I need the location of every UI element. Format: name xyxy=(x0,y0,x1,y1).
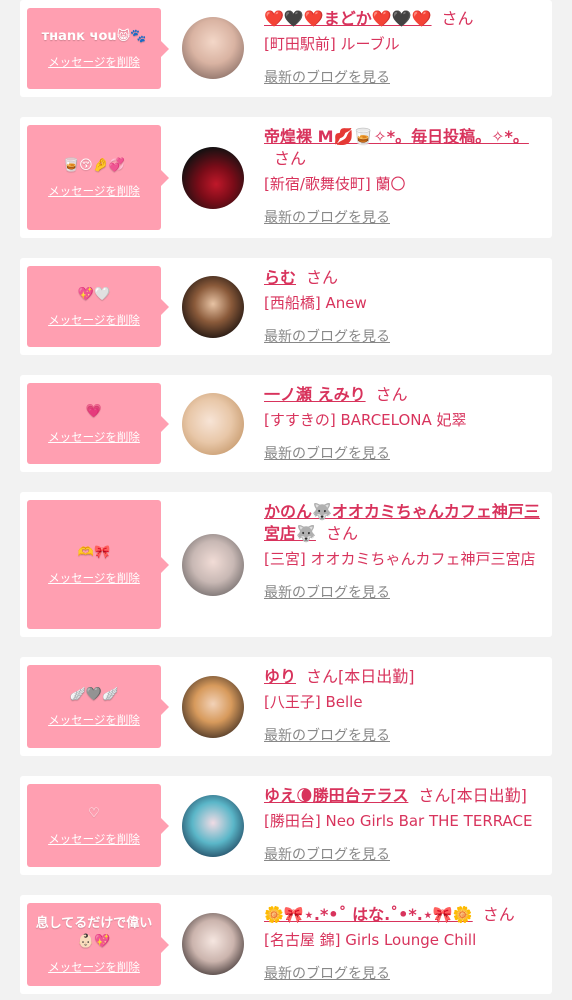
honorific: さん xyxy=(418,786,451,805)
latest-blog-link[interactable]: 最新のブログを見る xyxy=(264,207,548,227)
shop-name: [勝田台] Neo Girls Bar THE TERRACE xyxy=(264,812,533,830)
shop-name: [すすきの] BARCELONA 妃翠 xyxy=(264,411,467,429)
honorific: さん xyxy=(325,524,358,543)
avatar[interactable] xyxy=(182,676,244,738)
message-text: тнаnк чоu😸🐾 xyxy=(41,28,147,44)
latest-blog-link[interactable]: 最新のブログを見る xyxy=(264,582,548,602)
delete-message-link[interactable]: メッセージを削除 xyxy=(48,183,140,199)
delete-message-link[interactable]: メッセージを削除 xyxy=(48,570,140,586)
message-bubble: 💗 メッセージを削除 xyxy=(27,383,169,464)
avatar[interactable] xyxy=(182,534,244,596)
message-bubble: 🫶🎀 メッセージを削除 xyxy=(27,500,169,629)
avatar[interactable] xyxy=(182,795,244,857)
message-bubble: 💖🤍 メッセージを削除 xyxy=(27,266,169,347)
message-card: 息してるだけで偉い👶🏻💖 メッセージを削除 🌼🎀⋆.*•˚ はな.˚•*.⋆🎀🌼… xyxy=(20,895,552,994)
message-card: ♡ メッセージを削除 ゆえ🌘勝田台テラス さん[本日出勤] [勝田台] Neo G… xyxy=(20,776,552,875)
message-text: ♡ xyxy=(88,805,100,821)
cast-name-link[interactable]: かのん🐺オオカミちゃんカフェ神戸三宮店🐺 xyxy=(264,502,540,543)
delete-message-link[interactable]: メッセージを削除 xyxy=(48,429,140,445)
shop-name: [八王子] Belle xyxy=(264,693,363,711)
avatar[interactable] xyxy=(182,147,244,209)
honorific: さん xyxy=(306,667,339,686)
message-bubble: 🥃😚🤌💞 メッセージを削除 xyxy=(27,125,169,230)
shop-name: [町田駅前] ルーブル xyxy=(264,35,400,53)
latest-blog-link[interactable]: 最新のブログを見る xyxy=(264,963,548,983)
avatar[interactable] xyxy=(182,17,244,79)
message-bubble: 🪽🩶🪽 メッセージを削除 xyxy=(27,665,169,748)
message-bubble: 息してるだけで偉い👶🏻💖 メッセージを削除 xyxy=(27,903,169,986)
latest-blog-link[interactable]: 最新のブログを見る xyxy=(264,725,548,745)
message-text: 🫶🎀 xyxy=(77,544,111,560)
shop-name: [西船橋] Anew xyxy=(264,294,367,312)
shop-name: [三宮] オオカミちゃんカフェ神戸三宮店 xyxy=(264,550,536,568)
delete-message-link[interactable]: メッセージを削除 xyxy=(48,959,140,975)
cast-name-link[interactable]: ❤️🖤❤️まどか❤️🖤❤️ xyxy=(264,9,432,28)
message-card: 🪽🩶🪽 メッセージを削除 ゆり さん[本日出勤] [八王子] Belle 最新のブ… xyxy=(20,657,552,756)
message-text: 💖🤍 xyxy=(77,286,111,302)
message-card: 💗 メッセージを削除 一ノ瀬 えみり さん [すすきの] BARCELONA 妃翠… xyxy=(20,375,552,472)
delete-message-link[interactable]: メッセージを削除 xyxy=(48,712,140,728)
message-card: 💖🤍 メッセージを削除 らむ さん [西船橋] Anew 最新のブログを見る xyxy=(20,258,552,355)
cast-name-link[interactable]: 一ノ瀬 えみり xyxy=(264,385,366,404)
cast-name-link[interactable]: ゆり xyxy=(264,667,296,686)
message-card: 🥃😚🤌💞 メッセージを削除 帝煌裸 M💋🥃✧*。毎日投稿。✧*。さん [新宿/歌… xyxy=(20,117,552,238)
delete-message-link[interactable]: メッセージを削除 xyxy=(48,312,140,328)
honorific: さん xyxy=(306,268,339,287)
cast-name-link[interactable]: 帝煌裸 M💋🥃✧*。毎日投稿。✧*。 xyxy=(264,127,529,146)
cast-name-link[interactable]: らむ xyxy=(264,268,296,287)
latest-blog-link[interactable]: 最新のブログを見る xyxy=(264,844,548,864)
delete-message-link[interactable]: メッセージを削除 xyxy=(48,54,140,70)
avatar[interactable] xyxy=(182,276,244,338)
honorific: さん xyxy=(482,905,515,924)
message-card: тнаnк чоu😸🐾 メッセージを削除 ❤️🖤❤️まどか❤️🖤❤️ さん [町田… xyxy=(20,0,552,97)
latest-blog-link[interactable]: 最新のブログを見る xyxy=(264,326,548,346)
message-text: 💗 xyxy=(85,403,103,419)
honorific: さん xyxy=(375,385,408,404)
honorific: さん xyxy=(441,9,474,28)
honorific: さん xyxy=(274,149,307,168)
message-text: 🪽🩶🪽 xyxy=(69,686,119,702)
latest-blog-link[interactable]: 最新のブログを見る xyxy=(264,67,548,87)
work-status: [本日出勤] xyxy=(338,667,415,686)
cast-name-link[interactable]: 🌼🎀⋆.*•˚ はな.˚•*.⋆🎀🌼 xyxy=(264,905,473,924)
avatar[interactable] xyxy=(182,913,244,975)
work-status: [本日出勤] xyxy=(450,786,527,805)
message-text: 🥃😚🤌💞 xyxy=(62,157,126,173)
shop-name: [新宿/歌舞伎町] 蘭〇 xyxy=(264,175,406,193)
message-bubble: тнаnк чоu😸🐾 メッセージを削除 xyxy=(27,8,169,89)
shop-name: [名古屋 錦] Girls Lounge Chill xyxy=(264,931,477,949)
latest-blog-link[interactable]: 最新のブログを見る xyxy=(264,443,548,463)
cast-name-link[interactable]: ゆえ🌘勝田台テラス xyxy=(264,786,408,805)
avatar[interactable] xyxy=(182,393,244,455)
message-bubble: ♡ メッセージを削除 xyxy=(27,784,169,867)
delete-message-link[interactable]: メッセージを削除 xyxy=(48,831,140,847)
message-text: 息してるだけで偉い👶🏻💖 xyxy=(35,915,153,949)
message-card: 🫶🎀 メッセージを削除 かのん🐺オオカミちゃんカフェ神戸三宮店🐺 さん [三宮] … xyxy=(20,492,552,637)
